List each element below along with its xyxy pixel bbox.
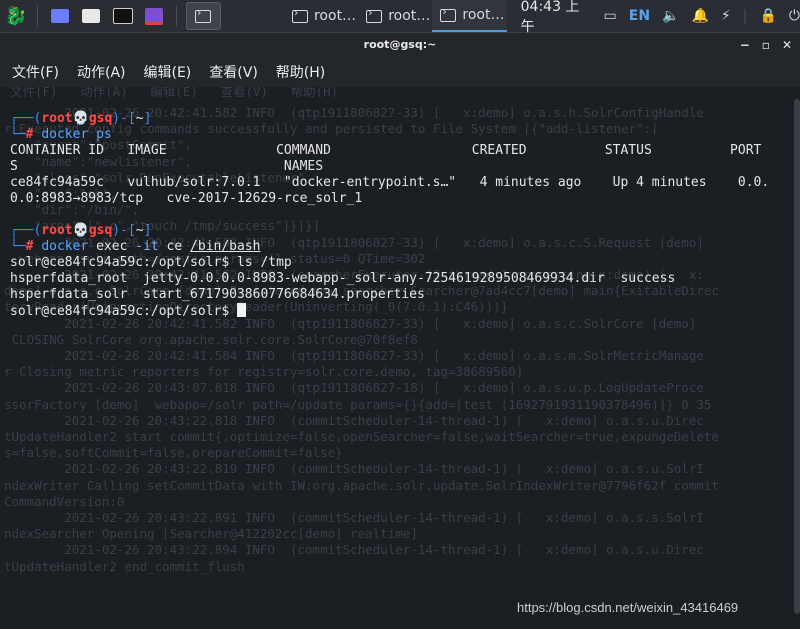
ls-output-2: hsperfdata_solr start_671790386077668463… — [10, 287, 425, 302]
notification-bell-icon[interactable]: 🔔 — [691, 8, 708, 24]
text-cursor — [236, 303, 246, 317]
lock-icon[interactable]: 🔒 — [759, 8, 776, 24]
input-method-indicator[interactable]: EN — [629, 8, 650, 24]
background-log-line: tUpdateHandler2 end_commit_flush — [4, 558, 245, 574]
terminal-area[interactable]: 文件(F) 动作(A) 编辑(E) 查看(V) 帮助(H) 2021-02-26… — [0, 87, 800, 629]
docker-header-2: S NAMES — [10, 159, 324, 174]
taskbar-separator — [175, 5, 177, 27]
terminal-icon — [366, 6, 383, 23]
kali-menu-icon[interactable]: 🐉 — [3, 3, 28, 29]
taskbar: 🐉 root… root… root… 04:43 上午 ▭ EN 🔈 🔔 ⚡ … — [0, 0, 800, 36]
background-log-line: 2021-02-26 20:42:41.584 INFO (qtp1911806… — [4, 348, 704, 364]
background-log-line: 2021-02-26 20:43:22.819 INFO (commitSche… — [4, 461, 704, 477]
background-log-line: ndexWriter Calling setCommitData with IW… — [4, 477, 719, 493]
power-icon[interactable]: ⏻ — [789, 8, 800, 24]
prompt-line-2: ┌──(root💀gsq)-[~] — [10, 223, 152, 238]
window-controls: − ▫ ✕ — [740, 33, 792, 57]
screen-recorder-icon[interactable] — [141, 3, 166, 29]
command-line-1: └─# docker ps — [10, 127, 112, 142]
task-label: root… — [313, 8, 357, 24]
terminal-icon — [291, 6, 308, 23]
scrollbar[interactable] — [794, 99, 800, 614]
ls-output-1: hsperfdata_root jetty-0.0.0.0-8983-webap… — [10, 271, 676, 286]
menu-file[interactable]: 文件(F) — [12, 62, 59, 82]
minimize-icon[interactable]: − — [740, 33, 750, 57]
files-icon[interactable] — [79, 3, 104, 29]
window-titlebar[interactable]: root@gsq:~ − ▫ ✕ — [0, 33, 800, 57]
volume-icon[interactable]: 🔈 — [662, 8, 679, 24]
background-log-line: 2021-02-26 20:43:22.818 INFO (commitSche… — [4, 412, 704, 428]
solr-prompt-line-2: solr@ce84fc94a59c:/opt/solr$ — [10, 303, 246, 319]
close-icon[interactable]: ✕ — [782, 33, 792, 57]
docker-header-1: CONTAINER ID IMAGE COMMAND CREATED STATU… — [10, 143, 762, 158]
watermark: https://blog.csdn.net/weixin_43416469 — [517, 600, 739, 615]
task-label: root… — [388, 8, 431, 24]
task-terminal-2[interactable]: root… — [358, 0, 432, 32]
active-workspace-terminal-icon[interactable] — [185, 2, 221, 30]
terminal-icon — [440, 5, 457, 22]
background-log-line: r Closing metric reporters for registry=… — [4, 364, 524, 380]
menu-view[interactable]: 查看(V) — [209, 62, 258, 82]
display-icon[interactable]: ▭ — [604, 8, 617, 24]
menu-edit[interactable]: 编辑(E) — [144, 62, 192, 82]
terminal-output: ┌──(root💀gsq)-[~] └─# docker ps CONTAINE… — [10, 95, 769, 336]
docker-row-1: ce84fc94a59c vulhub/solr:7.0.1 "docker-e… — [10, 175, 770, 190]
power-manager-icon[interactable]: ⚡ — [721, 8, 731, 24]
taskbar-separator: | — [742, 8, 748, 24]
clock[interactable]: 04:43 上午 — [521, 0, 592, 36]
background-log-line: CommandVersion:0 — [4, 493, 125, 509]
menu-action[interactable]: 动作(A) — [77, 62, 126, 82]
background-log-line: s=false,softCommit=false,prepareCommit=f… — [4, 445, 343, 461]
docker-row-2: 0.0:8983→8983/tcp cve-2017-12629-rce_sol… — [10, 191, 363, 206]
task-label: root… — [462, 7, 505, 23]
background-log-line: tUpdateHandler2 start commit{,optimize=f… — [4, 429, 719, 445]
background-log-line: ssorFactory [demo] webapp=/solr path=/up… — [4, 396, 712, 412]
terminal-launcher-icon[interactable] — [110, 3, 135, 29]
desktop-icon[interactable] — [47, 3, 72, 29]
background-log-line: 2021-02-26 20:43:07.818 INFO (qtp1911806… — [4, 380, 704, 396]
menu-help[interactable]: 帮助(H) — [276, 62, 325, 82]
task-terminal-1[interactable]: root… — [284, 0, 358, 32]
prompt-line-1: ┌──(root💀gsq)-[~] — [10, 111, 152, 126]
task-terminal-3[interactable]: root… — [432, 0, 507, 32]
command-line-2: └─# docker exec -it ce /bin/bash — [10, 239, 261, 254]
menubar: 文件(F) 动作(A) 编辑(E) 查看(V) 帮助(H) — [0, 57, 800, 87]
window-title: root@gsq:~ — [363, 38, 437, 51]
taskbar-separator — [37, 5, 39, 27]
maximize-icon[interactable]: ▫ — [762, 33, 770, 57]
background-log-line: 2021-02-26 20:43:22.891 INFO (commitSche… — [4, 510, 704, 526]
background-log-line: ndexSearcher Opening [Searcher@412202cc[… — [4, 526, 418, 542]
solr-prompt-line-1: solr@ce84fc94a59c:/opt/solr$ ls /tmp — [10, 255, 292, 270]
background-log-line: 2021-02-26 20:43:22.894 INFO (commitSche… — [4, 542, 704, 558]
